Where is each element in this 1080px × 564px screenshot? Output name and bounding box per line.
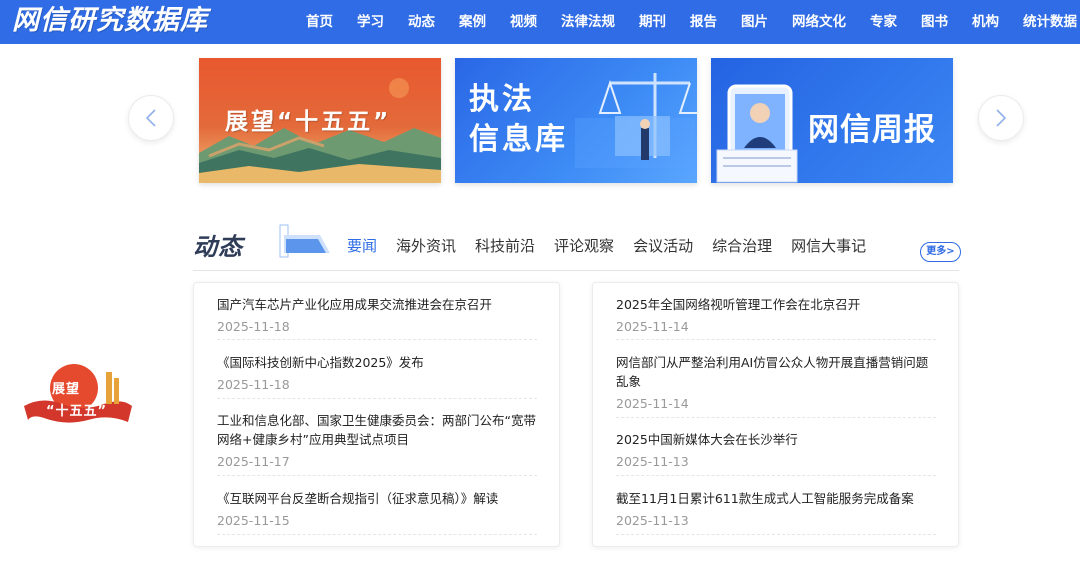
chevron-left-icon — [145, 109, 156, 127]
banner-title-line1: 执法 — [469, 82, 535, 117]
nav-item-video[interactable]: 视频 — [498, 0, 549, 44]
news-divider — [217, 339, 537, 340]
news-divider — [616, 417, 936, 418]
section-tabs: 要闻 海外资讯 科技前沿 评论观察 会议活动 综合治理 网信大事记 — [347, 236, 885, 256]
news-item[interactable]: 工业和信息化部、国家卫生健康委员会：两部门公布“宽带网络+健康乡村”应用典型试点… — [217, 411, 537, 471]
news-item[interactable]: 《互联网平台反垄断合规指引（征求意见稿）》解读 2025-11-15 — [217, 489, 537, 530]
news-item[interactable]: 《国际科技创新中心指数2025》发布 2025-11-18 — [217, 353, 537, 394]
news-divider — [217, 475, 537, 476]
tab-conferences[interactable]: 会议活动 — [633, 236, 693, 256]
nav-item-reports[interactable]: 报告 — [678, 0, 729, 44]
fifteenth-five-year-plan-badge[interactable]: 展望 “十五五” — [22, 360, 134, 426]
nav-item-experts[interactable]: 专家 — [858, 0, 909, 44]
news-divider — [616, 475, 936, 476]
news-date: 2025-11-13 — [616, 454, 689, 469]
news-title[interactable]: 工业和信息化部、国家卫生健康委员会：两部门公布“宽带网络+健康乡村”应用典型试点… — [217, 411, 537, 449]
nav-item-news[interactable]: 动态 — [396, 0, 447, 44]
news-title[interactable]: 2025年全国网络视听管理工作会在北京召开 — [616, 295, 936, 314]
news-title[interactable]: 国产汽车芯片产业化应用成果交流推进会在京召开 — [217, 295, 537, 314]
news-date: 2025-11-14 — [616, 319, 689, 334]
tab-tech-frontier[interactable]: 科技前沿 — [475, 236, 535, 256]
top-navbar: 网信研究数据库 首页 学习 动态 案例 视频 法律法规 期刊 报告 图片 网络文… — [0, 0, 1080, 44]
news-date: 2025-11-18 — [217, 319, 290, 334]
banner-weekly-report[interactable]: 网信周报 — [711, 58, 953, 183]
nav-item-cases[interactable]: 案例 — [447, 0, 498, 44]
nav-item-study[interactable]: 学习 — [345, 0, 396, 44]
nav-item-home[interactable]: 首页 — [294, 0, 345, 44]
news-card-left: 国产汽车芯片产业化应用成果交流推进会在京召开 2025-11-18 《国际科技创… — [193, 282, 560, 547]
carousel-prev-button[interactable] — [128, 95, 174, 141]
banner-title-line2: 信息库 — [469, 122, 568, 157]
news-item[interactable]: 2025年全国网络视听管理工作会在北京召开 2025-11-14 — [616, 295, 936, 336]
banner-title: 网信周报 — [808, 112, 936, 148]
chevron-right-icon — [996, 109, 1007, 127]
news-title[interactable]: 网信部门从严整治利用AI仿冒公众人物开展直播营销问题乱象 — [616, 353, 936, 391]
tab-headlines[interactable]: 要闻 — [347, 236, 377, 256]
news-item[interactable]: 网信部门从严整治利用AI仿冒公众人物开展直播营销问题乱象 2025-11-14 — [616, 353, 936, 413]
news-divider — [616, 534, 936, 535]
carousel-next-button[interactable] — [978, 95, 1024, 141]
news-title[interactable]: 《国际科技创新中心指数2025》发布 — [217, 353, 537, 372]
news-date: 2025-11-14 — [616, 396, 689, 411]
news-card-right: 2025年全国网络视听管理工作会在北京召开 2025-11-14 网信部门从严整… — [592, 282, 959, 547]
nav-item-laws[interactable]: 法律法规 — [549, 0, 627, 44]
news-date: 2025-11-17 — [217, 454, 290, 469]
nav-item-images[interactable]: 图片 — [729, 0, 780, 44]
tab-commentary[interactable]: 评论观察 — [554, 236, 614, 256]
section-decoration-icon — [279, 224, 330, 258]
section-title: 动态 — [193, 233, 243, 261]
news-item[interactable]: 国产汽车芯片产业化应用成果交流推进会在京召开 2025-11-18 — [217, 295, 537, 336]
tab-governance[interactable]: 综合治理 — [712, 236, 772, 256]
news-date: 2025-11-15 — [217, 513, 290, 528]
badge-line2: “十五五” — [46, 404, 108, 419]
news-date: 2025-11-18 — [217, 377, 290, 392]
news-title[interactable]: 2025中国新媒体大会在长沙举行 — [616, 430, 936, 449]
nav-item-journals[interactable]: 期刊 — [627, 0, 678, 44]
news-title[interactable]: 截至11月1日累计611款生成式人工智能服务完成备案 — [616, 489, 936, 508]
news-title[interactable]: 《互联网平台反垄断合规指引（征求意见稿）》解读 — [217, 489, 537, 508]
nav-item-statistics[interactable]: 统计数据 — [1011, 0, 1080, 44]
news-divider — [616, 339, 936, 340]
badge-line1: 展望 — [52, 382, 81, 397]
nav-item-institutions[interactable]: 机构 — [960, 0, 1011, 44]
banner-title: 执法 信息库 — [469, 80, 569, 160]
banner-title: 展望“十五五” — [225, 109, 392, 135]
tab-chronicle[interactable]: 网信大事记 — [791, 236, 866, 256]
nav-item-books[interactable]: 图书 — [909, 0, 960, 44]
news-item[interactable]: 截至11月1日累计611款生成式人工智能服务完成备案 2025-11-13 — [616, 489, 936, 530]
site-logo[interactable]: 网信研究数据库 — [12, 4, 208, 38]
nav-item-net-culture[interactable]: 网络文化 — [780, 0, 858, 44]
news-divider — [217, 398, 537, 399]
banner-fifteenth-five-year-plan[interactable]: 展望“十五五” — [199, 58, 441, 183]
main-nav: 首页 学习 动态 案例 视频 法律法规 期刊 报告 图片 网络文化 专家 图书 … — [294, 0, 1080, 44]
news-date: 2025-11-13 — [616, 513, 689, 528]
tab-overseas-news[interactable]: 海外资讯 — [396, 236, 456, 256]
banner-law-enforcement-database[interactable]: 执法 信息库 — [455, 58, 697, 183]
news-divider — [217, 534, 537, 535]
section-divider — [193, 270, 959, 271]
news-item[interactable]: 2025中国新媒体大会在长沙举行 2025-11-13 — [616, 430, 936, 471]
more-button[interactable]: 更多> — [920, 242, 961, 262]
